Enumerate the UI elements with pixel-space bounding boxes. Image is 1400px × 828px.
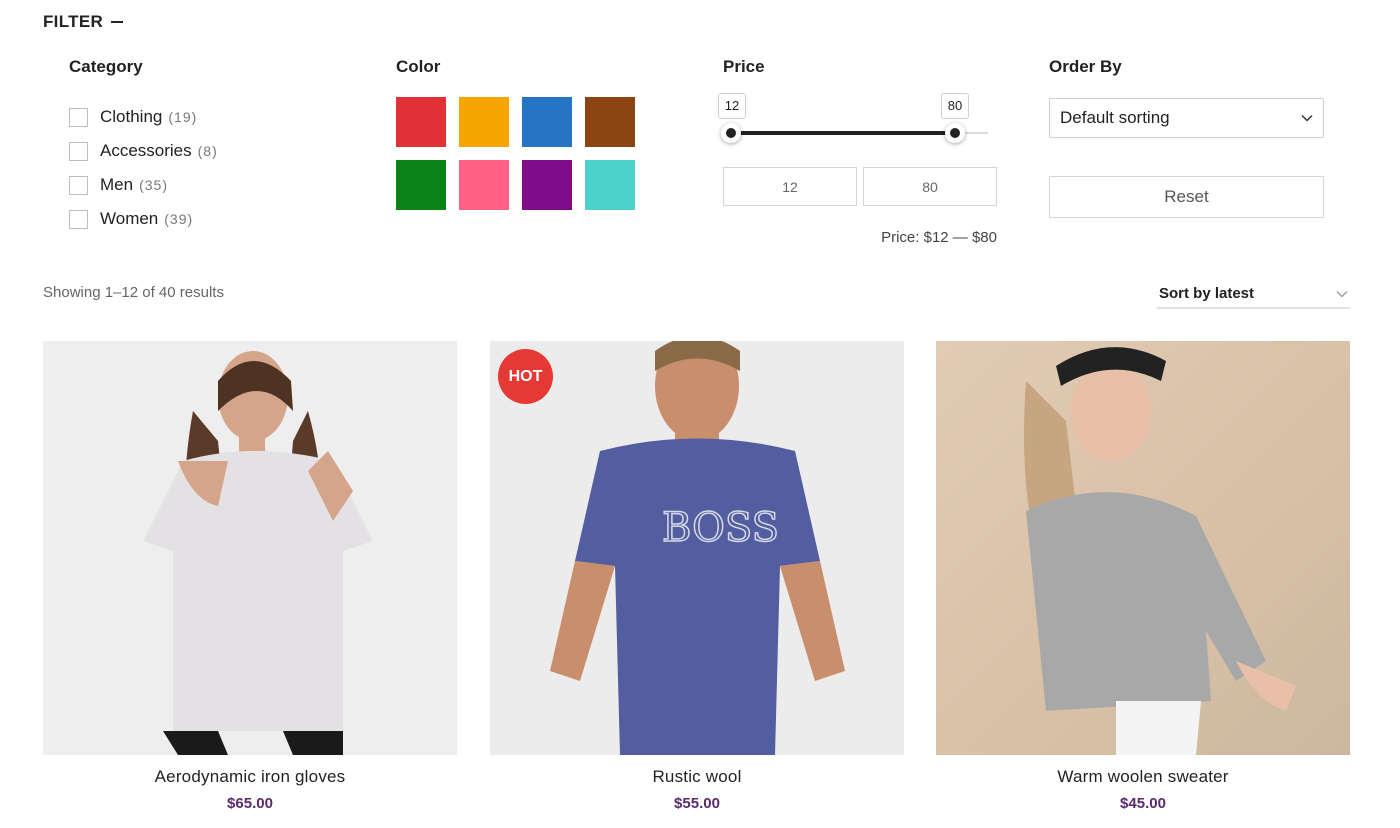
color-swatch-orange[interactable] — [459, 97, 509, 147]
product-card[interactable]: BOSS HOT Rustic wool $55.00 — [490, 341, 904, 812]
category-count: (8) — [197, 143, 218, 159]
price-range-text: Price: $12 — $80 — [881, 229, 997, 246]
product-price: $55.00 — [674, 795, 720, 812]
filter-title: FILTER — [43, 12, 104, 31]
woman-grey-sweater-photo — [936, 341, 1350, 755]
order-by-select[interactable]: Default sorting — [1049, 98, 1324, 138]
color-swatch-red[interactable] — [396, 97, 446, 147]
product-name[interactable]: Warm woolen sweater — [936, 767, 1350, 787]
color-title: Color — [396, 57, 441, 76]
color-swatch-turquoise[interactable] — [585, 160, 635, 210]
price-max-tooltip: 80 — [941, 93, 969, 119]
chevron-down-icon — [1336, 290, 1348, 297]
product-name[interactable]: Aerodynamic iron gloves — [43, 767, 457, 787]
color-swatch-pink[interactable] — [459, 160, 509, 210]
reset-button[interactable]: Reset — [1049, 176, 1324, 218]
category-item-clothing[interactable]: Clothing (19) — [69, 100, 218, 134]
product-price: $45.00 — [1120, 795, 1166, 812]
category-count: (19) — [168, 109, 198, 125]
checkbox[interactable] — [69, 141, 88, 161]
category-item-accessories[interactable]: Accessories (8) — [69, 134, 218, 168]
product-price: $65.00 — [227, 795, 273, 812]
product-card[interactable]: Warm woolen sweater $45.00 — [936, 341, 1350, 812]
product-name[interactable]: Rustic wool — [490, 767, 904, 787]
category-label: Clothing — [100, 107, 163, 126]
color-swatch-blue[interactable] — [522, 97, 572, 147]
filter-toggle[interactable]: FILTER — [43, 12, 124, 32]
price-min-tooltip: 12 — [718, 93, 746, 119]
price-max-input[interactable] — [863, 167, 997, 206]
price-title: Price — [723, 57, 765, 76]
order-by-value: Default sorting — [1060, 108, 1170, 127]
color-swatches — [396, 97, 635, 210]
category-title: Category — [69, 57, 143, 76]
price-min-input[interactable] — [723, 167, 857, 206]
product-image[interactable]: BOSS HOT — [490, 341, 904, 755]
sort-select[interactable]: Sort by latest — [1157, 280, 1350, 309]
category-count: (35) — [139, 177, 168, 193]
category-list: Clothing (19) Accessories (8) Men (35) W… — [69, 100, 218, 236]
checkbox[interactable] — [69, 175, 88, 195]
results-count: Showing 1–12 of 40 results — [43, 284, 224, 301]
color-swatch-brown[interactable] — [585, 97, 635, 147]
product-image[interactable] — [936, 341, 1350, 755]
checkbox[interactable] — [69, 107, 88, 127]
man-blue-tee-photo: BOSS — [490, 341, 904, 755]
category-count: (39) — [164, 211, 194, 227]
chevron-down-icon — [1301, 114, 1313, 122]
color-swatch-purple[interactable] — [522, 160, 572, 210]
category-label: Accessories — [100, 141, 192, 160]
product-image[interactable] — [43, 341, 457, 755]
collapse-icon[interactable] — [111, 21, 124, 23]
product-card[interactable]: Aerodynamic iron gloves $65.00 — [43, 341, 457, 812]
order-title: Order By — [1049, 57, 1122, 76]
checkbox[interactable] — [69, 209, 88, 229]
woman-white-tee-photo — [43, 341, 457, 755]
price-max-handle[interactable] — [945, 123, 965, 143]
price-slider-range — [731, 131, 955, 135]
shirt-print-text: BOSS — [662, 505, 779, 551]
category-label: Women — [100, 209, 159, 228]
price-min-handle[interactable] — [721, 123, 741, 143]
category-item-men[interactable]: Men (35) — [69, 168, 218, 202]
category-label: Men — [100, 175, 134, 194]
hot-badge: HOT — [498, 349, 553, 404]
color-swatch-green[interactable] — [396, 160, 446, 210]
category-item-women[interactable]: Women (39) — [69, 202, 218, 236]
sort-value: Sort by latest — [1159, 285, 1255, 302]
